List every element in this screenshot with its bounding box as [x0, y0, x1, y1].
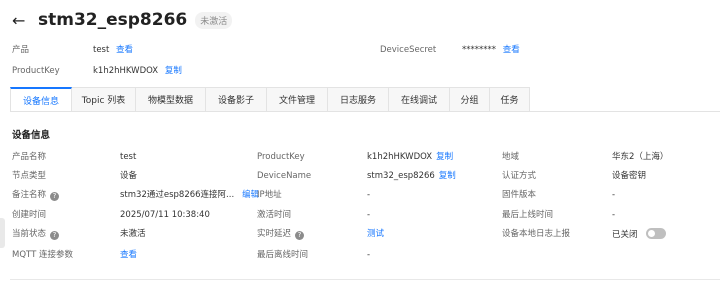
remark-label: 备注名称 [12, 190, 47, 200]
local-log-label: 设备本地日志上报 [502, 229, 571, 239]
pk-copy-link[interactable]: 复制 [436, 152, 453, 162]
sidebar-collapse-handle[interactable] [0, 218, 5, 248]
bottom-divider [10, 279, 720, 280]
tab-topic-list[interactable]: Topic 列表 [72, 87, 136, 112]
activated-label: 激活时间 [257, 210, 292, 220]
product-name-value: test [120, 152, 137, 162]
product-value: test [93, 45, 110, 55]
status-badge: 未激活 [195, 11, 233, 29]
activated-value: - [367, 210, 371, 220]
devicename-value: stm32_esp8266 [367, 171, 435, 181]
region-value: 华东2（上海） [612, 152, 669, 162]
product-label: 产品 [12, 45, 30, 55]
page-title: stm32_esp8266 [38, 10, 188, 30]
devicename-label: DeviceName [257, 171, 312, 181]
secret-label: DeviceSecret [380, 45, 437, 55]
delay-label: 实时延迟 [257, 229, 292, 239]
tab-bar: 设备信息 Topic 列表 物模型数据 设备影子 文件管理 日志服务 在线调试 … [10, 87, 530, 112]
remark-value: stm32通过esp8266连接阿... [120, 190, 235, 200]
tab-group[interactable]: 分组 [450, 87, 490, 112]
devicename-copy-link[interactable]: 复制 [439, 171, 456, 181]
delay-test-link[interactable]: 测试 [367, 229, 384, 239]
local-log-toggle[interactable] [645, 228, 666, 239]
last-online-value: - [612, 210, 616, 220]
pk-label: ProductKey [257, 152, 305, 162]
productkey-label: ProductKey [12, 66, 60, 76]
last-offline-value: - [367, 250, 371, 260]
help-icon[interactable]: ? [295, 231, 305, 240]
local-log-value: 已关闭 [612, 230, 638, 240]
ip-value: - [367, 190, 371, 200]
state-value: 未激活 [120, 229, 146, 239]
tab-task[interactable]: 任务 [490, 87, 530, 112]
firmware-label: 固件版本 [502, 190, 537, 200]
meta-product-value: test 查看 [93, 44, 133, 56]
productkey-value: k1h2hHKWDOX [93, 66, 159, 76]
last-offline-label: 最后离线时间 [257, 250, 309, 260]
secret-view-link[interactable]: 查看 [503, 45, 520, 55]
last-online-label: 最后上线时间 [502, 210, 554, 220]
auth-method-value: 设备密钥 [612, 171, 647, 181]
product-view-link[interactable]: 查看 [116, 45, 133, 55]
firmware-value: - [612, 190, 616, 200]
meta-secret-value: ******** 查看 [462, 44, 520, 56]
page-header: ← stm32_esp8266 未激活 [12, 8, 233, 32]
tab-online-debug[interactable]: 在线调试 [389, 87, 450, 112]
ip-label: IP地址 [257, 190, 282, 200]
state-label: 当前状态 [12, 229, 47, 239]
created-value: 2025/07/11 10:38:40 [120, 210, 210, 220]
mqtt-view-link[interactable]: 查看 [120, 250, 137, 260]
mqtt-label: MQTT 连接参数 [12, 250, 73, 260]
region-label: 地域 [502, 152, 520, 162]
help-icon[interactable]: ? [50, 231, 60, 240]
auth-method-label: 认证方式 [502, 171, 537, 181]
meta-secret: DeviceSecret [380, 44, 436, 56]
secret-value: ******** [462, 45, 496, 55]
back-arrow-icon[interactable]: ← [12, 11, 34, 30]
node-type-label: 节点类型 [12, 171, 47, 181]
tab-model-data[interactable]: 物模型数据 [136, 87, 206, 112]
tab-file-management[interactable]: 文件管理 [267, 87, 328, 112]
meta-productkey: ProductKey [12, 65, 60, 77]
product-name-label: 产品名称 [12, 152, 47, 162]
meta-product: 产品 [12, 44, 29, 56]
pk-value: k1h2hHKWDOX [367, 152, 433, 162]
productkey-copy-link[interactable]: 复制 [165, 66, 182, 76]
section-title: 设备信息 [12, 130, 51, 141]
node-type-value: 设备 [120, 171, 138, 181]
tab-divider [10, 111, 720, 112]
created-label: 创建时间 [12, 210, 47, 220]
tab-device-shadow[interactable]: 设备影子 [206, 87, 267, 112]
tab-log-service[interactable]: 日志服务 [328, 87, 389, 112]
meta-productkey-value: k1h2hHKWDOX 复制 [93, 65, 182, 77]
help-icon[interactable]: ? [50, 192, 60, 201]
tab-device-info[interactable]: 设备信息 [10, 87, 72, 112]
